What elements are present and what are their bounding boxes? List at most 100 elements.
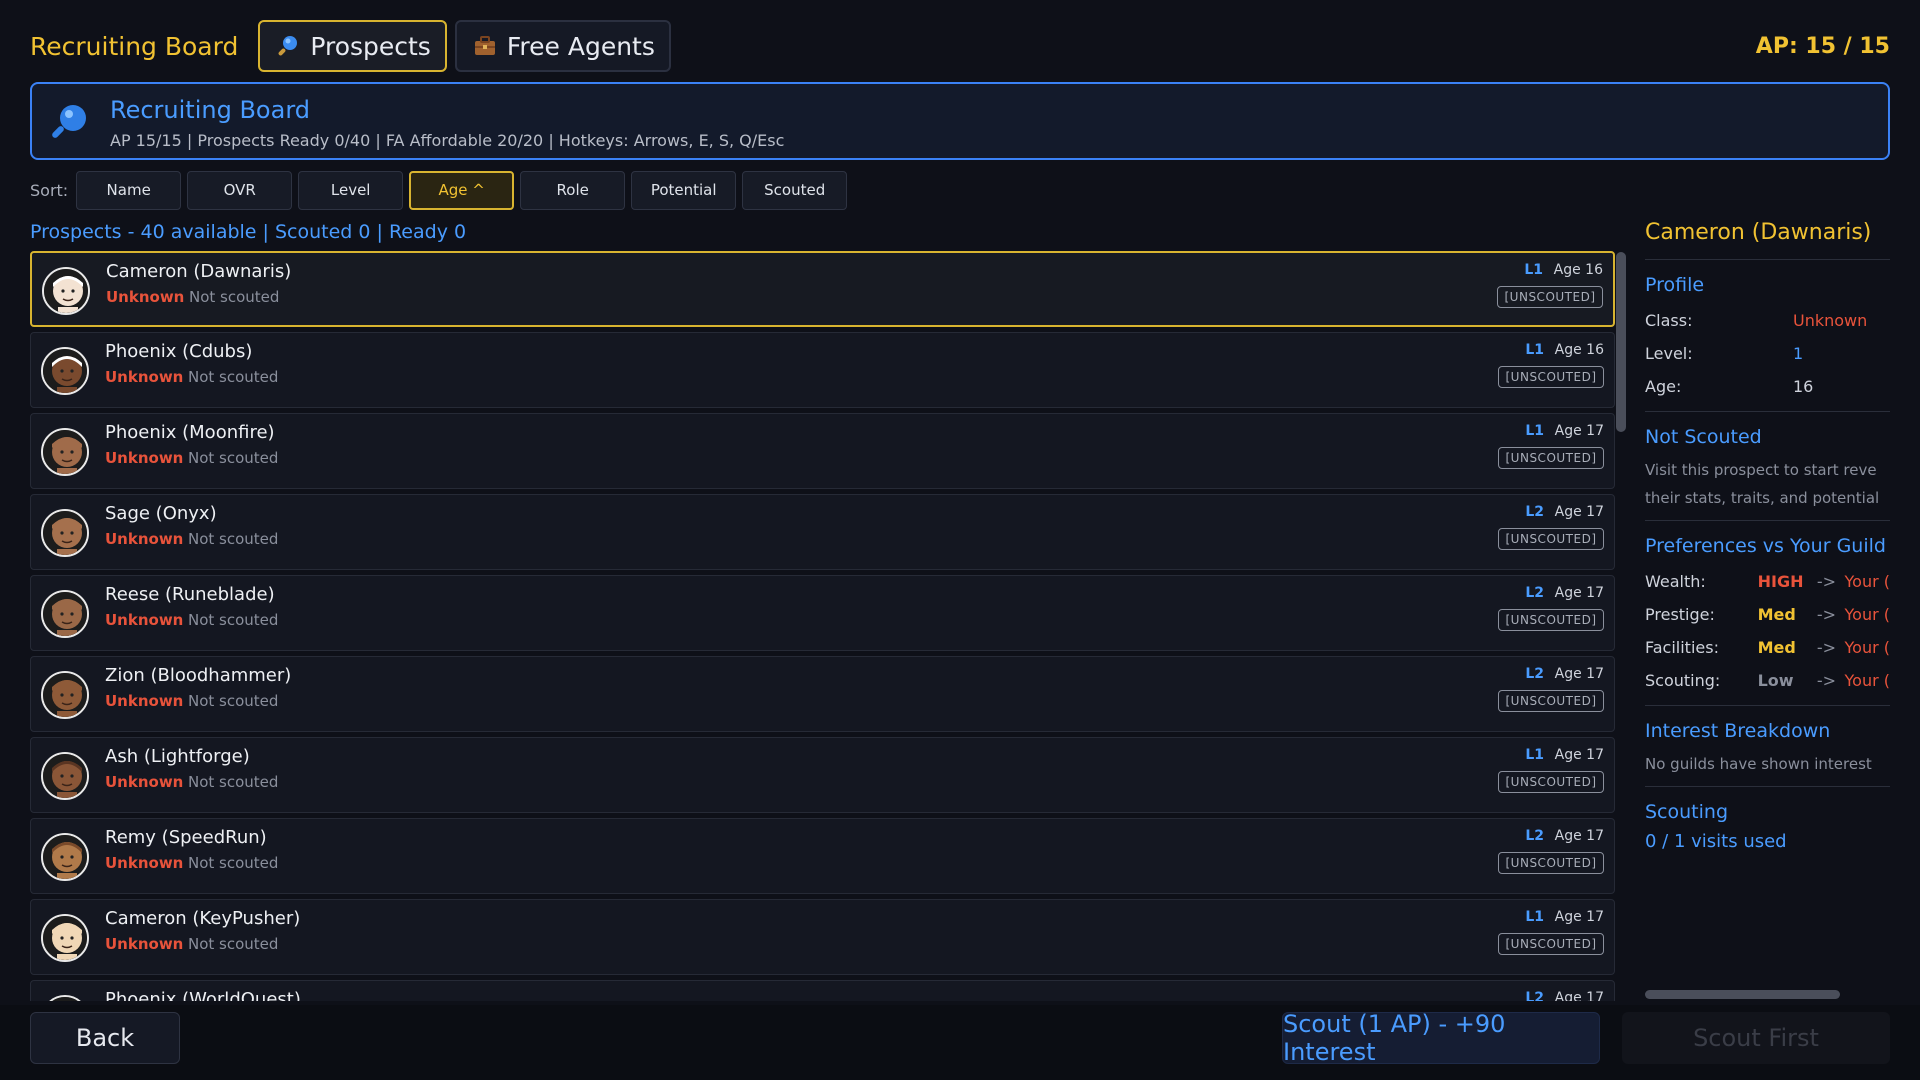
- prospect-level: L2: [1525, 828, 1544, 844]
- preference-row: Prestige: Med -> Your (: [1645, 598, 1890, 631]
- guild-value: Your (: [1844, 605, 1890, 624]
- prospect-list: Cameron (Dawnaris) Unknown Not scouted L1 Ag…: [30, 251, 1615, 1001]
- prospect-level: L2: [1525, 504, 1544, 520]
- magnifier-icon: [48, 102, 90, 144]
- interest-text: No guilds have shown interest: [1645, 755, 1872, 773]
- sort-age-button[interactable]: Age ^: [409, 170, 515, 210]
- prospect-age: Age 17: [1554, 909, 1604, 925]
- sort-potential-button[interactable]: Potential: [631, 170, 737, 210]
- avatar: [41, 752, 89, 800]
- sort-role-button[interactable]: Role: [520, 170, 626, 210]
- prospect-name: Phoenix (Cdubs): [105, 341, 253, 362]
- magnifier-icon: [276, 34, 300, 58]
- unscouted-badge: [UNSCOUTED]: [1498, 852, 1604, 874]
- prospect-level: L1: [1524, 262, 1543, 278]
- avatar: [41, 995, 89, 1001]
- arrow-icon: ->: [1816, 605, 1837, 624]
- avatar: [41, 347, 89, 395]
- prospect-scout-state: Not scouted: [188, 773, 279, 791]
- age-label: Age:: [1645, 377, 1682, 396]
- prospect-age: Age 16: [1553, 262, 1603, 278]
- prospect-level: L1: [1525, 423, 1544, 439]
- prospect-class: Unknown: [105, 692, 184, 710]
- prospect-row[interactable]: Zion (Bloodhammer) Unknown Not scouted L2 Ag…: [30, 656, 1615, 732]
- ap-counter: AP: 15 / 15: [1755, 33, 1890, 59]
- class-label: Class:: [1645, 311, 1693, 330]
- panel-scrollbar[interactable]: [1645, 990, 1840, 999]
- preference-label: Scouting:: [1645, 671, 1721, 690]
- unscouted-badge: [UNSCOUTED]: [1498, 609, 1604, 631]
- sort-bar: Sort: Name OVR Level Age ^ Role Potentia…: [30, 170, 848, 210]
- prospect-class: Unknown: [105, 368, 184, 386]
- guild-value: Your (: [1844, 671, 1890, 690]
- unscouted-badge: [UNSCOUTED]: [1498, 771, 1604, 793]
- prospect-row[interactable]: Ash (Lightforge) Unknown Not scouted L1 Age …: [30, 737, 1615, 813]
- age-value: 16: [1793, 377, 1814, 396]
- back-button[interactable]: Back: [30, 1012, 180, 1064]
- prospect-level: L1: [1525, 747, 1544, 763]
- sort-scouted-button[interactable]: Scouted: [742, 170, 848, 210]
- arrow-icon: ->: [1816, 671, 1837, 690]
- prospect-level: L1: [1525, 342, 1544, 358]
- detail-panel: Cameron (Dawnaris) Profile Class: Unknow…: [1645, 220, 1890, 1000]
- avatar: [42, 267, 90, 315]
- level-label: Level:: [1645, 344, 1693, 363]
- prospect-row[interactable]: Remy (SpeedRun) Unknown Not scouted L2 Age 1…: [30, 818, 1615, 894]
- avatar: [41, 914, 89, 962]
- prospect-level: L2: [1525, 990, 1544, 1001]
- profile-class-row: Class: Unknown: [1645, 304, 1890, 337]
- banner-subtitle: AP 15/15 | Prospects Ready 0/40 | FA Aff…: [110, 131, 785, 150]
- list-scrollbar-thumb[interactable]: [1616, 252, 1626, 432]
- prospect-class: Unknown: [105, 854, 184, 872]
- avatar: [41, 671, 89, 719]
- preferences-heading: Preferences vs Your Guild: [1645, 535, 1886, 557]
- prospect-name: Reese (Runeblade): [105, 584, 275, 605]
- prospect-row[interactable]: Phoenix (WorldQuest)UnknownNot scoutedL2…: [30, 980, 1615, 1001]
- top-bar: Recruiting Board Prospects Free Agents A…: [30, 20, 1890, 72]
- unscouted-badge: [UNSCOUTED]: [1498, 447, 1604, 469]
- level-value: 1: [1793, 344, 1804, 363]
- prospect-name: Sage (Onyx): [105, 503, 217, 524]
- prospect-row[interactable]: Sage (Onyx) Unknown Not scouted L2 Age 17 [UN…: [30, 494, 1615, 570]
- tab-free-agents[interactable]: Free Agents: [454, 20, 671, 72]
- unscouted-badge: [UNSCOUTED]: [1498, 690, 1604, 712]
- info-banner: Recruiting Board AP 15/15 | Prospects Re…: [30, 82, 1890, 160]
- prospect-row[interactable]: Reese (Runeblade) Unknown Not scouted L2 Age…: [30, 575, 1615, 651]
- unscouted-badge: [UNSCOUTED]: [1498, 933, 1604, 955]
- guild-value: Your (: [1844, 638, 1890, 657]
- prospect-row[interactable]: Phoenix (Moonfire) Unknown Not scouted L1 Ag…: [30, 413, 1615, 489]
- prospect-row[interactable]: Cameron (KeyPusher) Unknown Not scouted L1 A…: [30, 899, 1615, 975]
- prospect-row[interactable]: Phoenix (Cdubs) Unknown Not scouted L1 Age 1…: [30, 332, 1615, 408]
- prospect-scout-state: Not scouted: [188, 449, 279, 467]
- sort-name-button[interactable]: Name: [76, 170, 182, 210]
- avatar: [41, 509, 89, 557]
- preference-row: Wealth: HIGH -> Your (: [1645, 565, 1890, 598]
- prospect-age: Age 17: [1554, 828, 1604, 844]
- prospect-level: L2: [1525, 585, 1544, 601]
- sort-level-button[interactable]: Level: [298, 170, 404, 210]
- divider: [1645, 520, 1890, 521]
- not-scouted-text-1: Visit this prospect to start reve: [1645, 461, 1877, 479]
- scout-first-button[interactable]: Scout First: [1622, 1012, 1890, 1064]
- prospect-row[interactable]: Cameron (Dawnaris) Unknown Not scouted L1 Ag…: [30, 251, 1615, 327]
- prospect-age: Age 17: [1554, 423, 1604, 439]
- unscouted-badge: [UNSCOUTED]: [1498, 528, 1604, 550]
- unscouted-badge: [UNSCOUTED]: [1497, 286, 1603, 308]
- preference-row: Scouting: Low -> Your (: [1645, 664, 1890, 697]
- prospect-scout-state: Not scouted: [188, 611, 279, 629]
- preference-value: HIGH: [1757, 572, 1804, 591]
- not-scouted-heading: Not Scouted: [1645, 426, 1762, 448]
- tab-prospects[interactable]: Prospects: [258, 20, 447, 72]
- sort-ovr-button[interactable]: OVR: [187, 170, 293, 210]
- prospect-class: Unknown: [106, 288, 185, 306]
- prospect-scout-state: Not scouted: [188, 530, 279, 548]
- prospect-scout-state: Not scouted: [188, 935, 279, 953]
- preference-label: Wealth:: [1645, 572, 1706, 591]
- app-title: Recruiting Board: [30, 31, 239, 61]
- prospect-scout-state: Not scouted: [188, 854, 279, 872]
- prospect-name: Phoenix (WorldQuest): [105, 989, 301, 1001]
- scout-button[interactable]: Scout (1 AP) - +90 Interest: [1282, 1010, 1600, 1066]
- prospect-class: Unknown: [105, 449, 184, 467]
- prospect-name: Phoenix (Moonfire): [105, 422, 275, 443]
- preferences-list: Wealth: HIGH -> Your (Prestige: Med -> Your (F…: [1645, 565, 1890, 697]
